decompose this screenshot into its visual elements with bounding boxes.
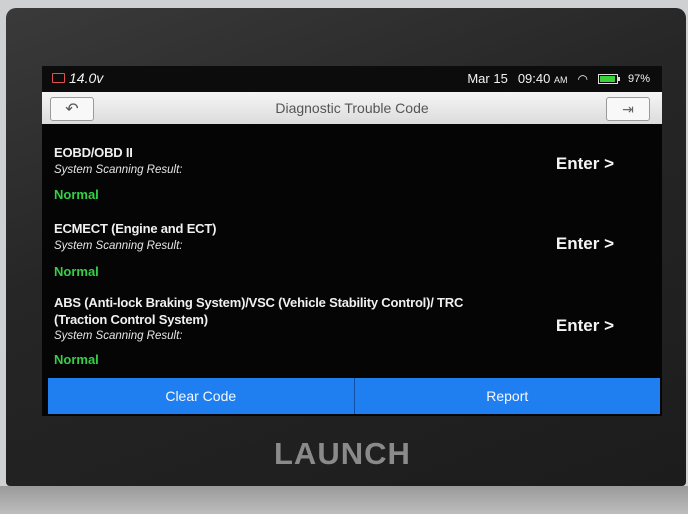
- enter-button[interactable]: Enter >: [556, 234, 614, 254]
- battery-fill: [599, 75, 616, 82]
- system-row-ecmect: ECMECT (Engine and ECT) System Scanning …: [42, 210, 662, 286]
- exit-icon: ⇥: [622, 100, 634, 117]
- system-list: EOBD/OBD II System Scanning Result: Norm…: [42, 132, 662, 376]
- clock-time: 09:40: [517, 71, 551, 86]
- voltage-value: 14.0v: [69, 70, 104, 86]
- status-date: Mar 15: [467, 71, 508, 86]
- device-screen: 14.0v Mar 15 09:40 AM ◠ 97% ↶ Diagnostic…: [42, 66, 662, 416]
- table-surface: [0, 486, 688, 514]
- system-name: EOBD/OBD II: [54, 145, 133, 160]
- scan-status: Normal: [54, 187, 99, 202]
- battery-icon: [597, 73, 620, 84]
- status-time: 09:40 AM: [518, 71, 568, 86]
- enter-button[interactable]: Enter >: [556, 316, 614, 336]
- car-battery-icon: [52, 73, 65, 83]
- vehicle-voltage: 14.0v: [52, 70, 103, 86]
- scan-status: Normal: [54, 264, 99, 279]
- battery-percent: 97%: [627, 72, 650, 85]
- title-bar: ↶ Diagnostic Trouble Code ⇥: [42, 92, 662, 124]
- report-button[interactable]: Report: [353, 378, 660, 414]
- status-bar: 14.0v Mar 15 09:40 AM ◠ 97%: [42, 66, 662, 92]
- clock-ampm: AM: [553, 75, 568, 85]
- system-name: ECMECT (Engine and ECT): [54, 221, 217, 236]
- system-row-eobd: EOBD/OBD II System Scanning Result: Norm…: [42, 132, 662, 210]
- scan-result-label: System Scanning Result:: [54, 164, 183, 176]
- status-right: Mar 15 09:40 AM ◠ 97%: [467, 71, 650, 86]
- scan-status: Normal: [54, 352, 99, 367]
- enter-button[interactable]: Enter >: [556, 154, 614, 174]
- page-title: Diagnostic Trouble Code: [275, 100, 429, 116]
- exit-button[interactable]: ⇥: [606, 97, 650, 121]
- brand-logo: LAUNCH: [274, 436, 411, 471]
- system-name: ABS (Anti-lock Braking System)/VSC (Vehi…: [54, 295, 464, 327]
- system-row-abs: ABS (Anti-lock Braking System)/VSC (Vehi…: [42, 286, 662, 376]
- wifi-icon: ◠: [577, 71, 588, 86]
- action-bar: Clear Code Report: [48, 378, 660, 414]
- scan-result-label: System Scanning Result:: [54, 240, 183, 252]
- clear-code-button[interactable]: Clear Code: [48, 378, 354, 414]
- scan-result-label: System Scanning Result:: [54, 330, 183, 342]
